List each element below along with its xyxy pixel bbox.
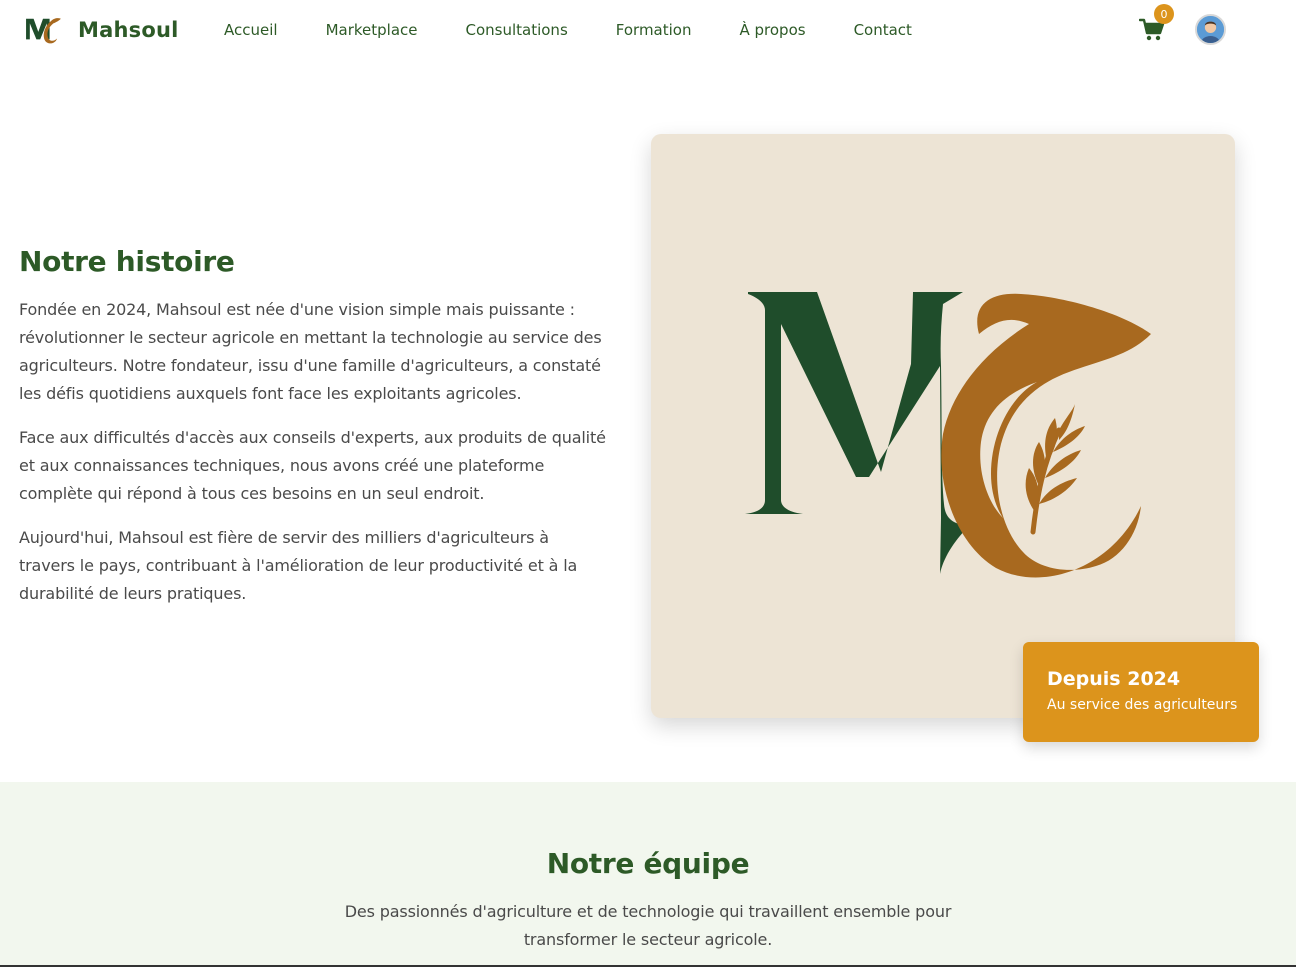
story-paragraph: Fondée en 2024, Mahsoul est née d'une vi… — [19, 300, 602, 403]
nav-item-a-propos[interactable]: À propos — [739, 20, 805, 40]
since-year: Depuis 2024 — [1047, 668, 1181, 690]
cart-count-badge: 0 — [1154, 4, 1174, 24]
user-avatar[interactable] — [1195, 14, 1226, 45]
site-header: Mahsoul Accueil Marketplace Consultation… — [0, 0, 1296, 62]
story-body: Fondée en 2024, Mahsoul est née d'une vi… — [19, 296, 609, 624]
nav-item-contact[interactable]: Contact — [854, 20, 912, 40]
since-subtitle: Au service des agriculteurs — [1047, 697, 1238, 713]
story-paragraph: Aujourd'hui, Mahsoul est fière de servir… — [19, 528, 578, 603]
main-nav: Accueil Marketplace Consultations Format… — [224, 20, 960, 40]
brand-name: Mahsoul — [78, 18, 179, 42]
nav-item-marketplace[interactable]: Marketplace — [326, 20, 418, 40]
story-title: Notre histoire — [19, 245, 235, 278]
brand-link[interactable]: Mahsoul — [24, 14, 179, 46]
user-avatar-icon — [1197, 16, 1224, 43]
nav-item-formation[interactable]: Formation — [616, 20, 692, 40]
nav-item-accueil[interactable]: Accueil — [224, 20, 278, 40]
team-section: Notre équipe Des passionnés d'agricultur… — [0, 782, 1296, 967]
mahsoul-logo-icon — [26, 18, 61, 44]
brand-logo-card — [651, 134, 1235, 718]
since-badge: Depuis 2024 Au service des agriculteurs — [1023, 642, 1259, 742]
story-paragraph: Face aux difficultés d'accès aux conseil… — [19, 428, 606, 503]
team-subtitle: Des passionnés d'agriculture et de techn… — [344, 902, 952, 949]
nav-item-consultations[interactable]: Consultations — [465, 20, 567, 40]
mahsoul-mc-logo-icon — [745, 292, 1151, 578]
team-title: Notre équipe — [546, 847, 750, 880]
